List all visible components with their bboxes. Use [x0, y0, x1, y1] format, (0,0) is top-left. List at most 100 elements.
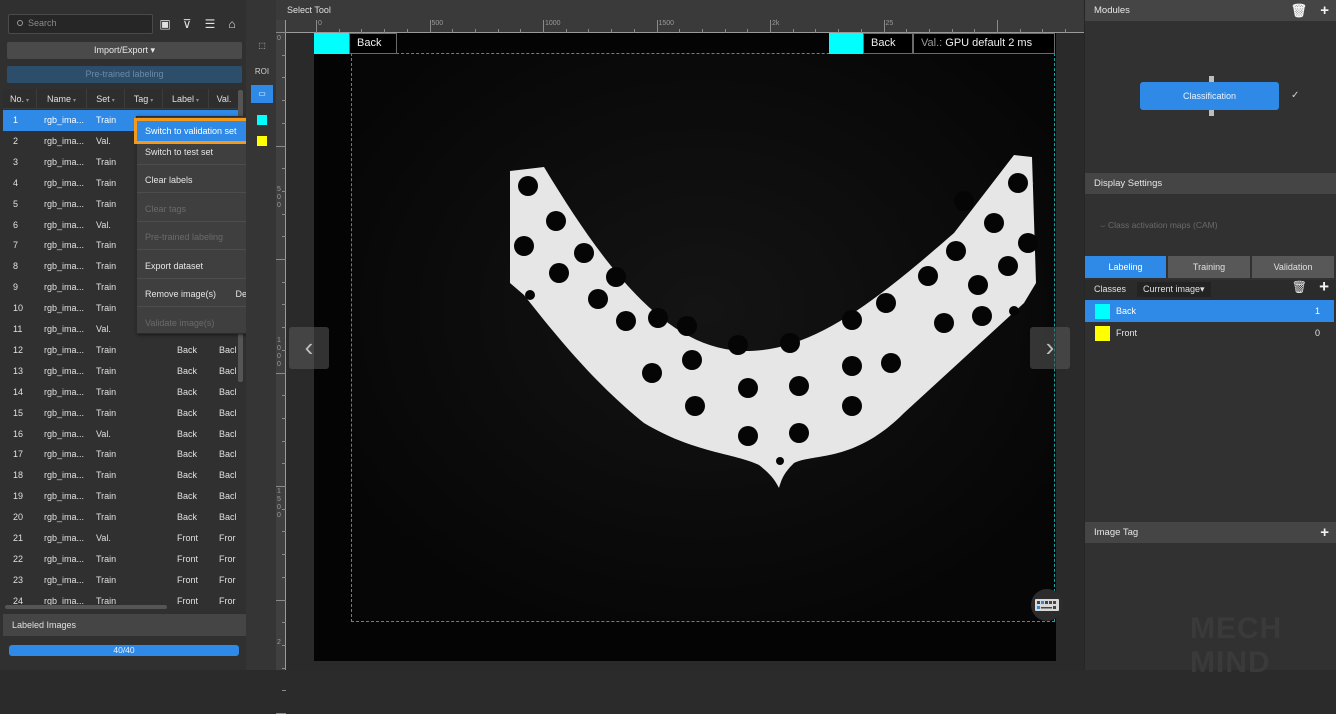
cell-no: 6: [13, 219, 19, 230]
roi-region[interactable]: [351, 53, 1055, 622]
table-header: No. ▾ Name ▾ Set ▾ Tag ▾ Label ▾ Val.: [3, 89, 239, 109]
cell-set: Val.: [96, 324, 111, 334]
table-row[interactable]: 22 rgb_ima... Train Front Fror: [3, 549, 239, 570]
search-input[interactable]: Search: [8, 14, 153, 34]
ruler-tick: [316, 20, 317, 33]
camera-icon[interactable]: ⌂: [225, 17, 239, 31]
cell-set: Train: [96, 595, 117, 605]
vertical-ruler: 0 500 1000 1500 2: [276, 20, 286, 714]
column-tag[interactable]: Tag ▾: [125, 89, 163, 109]
classes-filter-dropdown[interactable]: Current image▾: [1137, 282, 1211, 297]
table-row[interactable]: 17 rgb_ima... Train Back Bacl: [3, 444, 239, 465]
column-no[interactable]: No. ▾: [3, 89, 37, 109]
plus-icon[interactable]: +: [1320, 0, 1329, 21]
table-row[interactable]: 24 rgb_ima... Train Front Fror: [3, 591, 239, 605]
cell-name: rgb_ima...: [44, 574, 85, 585]
class-item[interactable]: Back 1: [1085, 300, 1334, 322]
cell-set: Train: [96, 344, 117, 355]
list-icon[interactable]: ☰: [203, 17, 217, 31]
table-horizontal-scrollbar[interactable]: [5, 605, 167, 609]
cell-name: rgb_ima...: [44, 365, 85, 376]
cam-toggle[interactable]: ⌣ Class activation maps (CAM): [1100, 220, 1218, 231]
cell-set: Train: [96, 553, 117, 564]
cell-val: Bacl: [219, 365, 237, 376]
column-name[interactable]: Name ▾: [37, 89, 87, 109]
polygon-tool-icon[interactable]: ⬚: [251, 37, 273, 55]
menu-item-clear-labels[interactable]: Clear labels: [137, 170, 258, 190]
cell-no: 18: [13, 470, 24, 481]
module-classification[interactable]: Classification: [1140, 82, 1279, 110]
column-val[interactable]: Val.: [209, 89, 239, 109]
cell-name: rgb_ima...: [44, 407, 85, 418]
menu-separator: [137, 164, 258, 165]
table-row[interactable]: 23 rgb_ima... Train Front Fror: [3, 570, 239, 591]
menu-item-export-dataset[interactable]: Export dataset: [137, 256, 258, 276]
cell-no: 3: [13, 156, 19, 167]
menu-item-switch-to-validation-set[interactable]: Switch to validation set: [134, 118, 261, 144]
cell-set: Train: [96, 491, 117, 502]
table-row[interactable]: 18 rgb_ima... Train Back Bacl: [3, 465, 239, 486]
tab-validation[interactable]: Validation: [1252, 256, 1334, 278]
table-row[interactable]: 15 rgb_ima... Train Back Bacl: [3, 403, 239, 424]
pretrained-labeling-button[interactable]: Pre-trained labeling: [7, 66, 242, 83]
menu-item-pre-trained-labeling[interactable]: Pre-trained labeling: [137, 227, 258, 247]
ruler-tick: [429, 20, 431, 33]
class-item[interactable]: Front 0: [1085, 322, 1334, 344]
filter-icon[interactable]: ⊽: [180, 17, 194, 31]
cell-no: 17: [13, 449, 24, 460]
table-row[interactable]: 21 rgb_ima... Val. Front Fror: [3, 528, 239, 549]
ruler-tick: [276, 32, 286, 33]
table-row[interactable]: 14 rgb_ima... Train Back Bacl: [3, 382, 239, 403]
cell-set: Val.: [96, 428, 111, 439]
cell-val: Fror: [219, 553, 236, 564]
trash-icon[interactable]: 🗑: [1290, 0, 1307, 21]
cell-no: 10: [13, 303, 24, 314]
previous-image-button[interactable]: ‹: [289, 327, 329, 369]
menu-separator: [137, 249, 258, 250]
select-tool-icon[interactable]: ▭: [251, 85, 273, 103]
menu-item-switch-to-test-set[interactable]: Switch to test set: [137, 142, 258, 162]
cell-no: 14: [13, 386, 24, 397]
menu-item-clear-tags[interactable]: Clear tags: [137, 199, 258, 219]
cell-name: rgb_ima...: [44, 219, 85, 230]
cell-name: rgb_ima...: [44, 177, 85, 188]
column-label[interactable]: Label ▾: [163, 89, 209, 109]
ruler-label: 0: [318, 20, 322, 27]
menu-item-remove-image-s[interactable]: Remove image(s) Del: [137, 284, 258, 304]
table-row[interactable]: 16 rgb_ima... Val. Back Bacl: [3, 424, 239, 445]
cell-val: Fror: [219, 574, 236, 585]
class-count: 1: [1314, 306, 1320, 316]
keyboard-shortcuts-button[interactable]: [1031, 589, 1063, 621]
ruler-tick: [997, 20, 998, 33]
import-export-button[interactable]: Import/Export ▾: [7, 42, 242, 59]
tab-labeling[interactable]: Labeling: [1085, 256, 1166, 278]
cell-set: Train: [96, 407, 117, 418]
cell-no: 4: [13, 177, 19, 188]
trash-icon[interactable]: 🗑: [1292, 280, 1307, 294]
table-row[interactable]: 19 rgb_ima... Train Back Bacl: [3, 486, 239, 507]
ruler-label: 25: [885, 20, 894, 27]
table-row[interactable]: 13 rgb_ima... Train Back Bacl: [3, 361, 239, 382]
cell-no: 19: [13, 491, 24, 502]
class-name: Back: [1116, 306, 1137, 316]
tab-training[interactable]: Training: [1168, 256, 1250, 278]
ruler-tick: [276, 259, 286, 260]
table-row[interactable]: 12 rgb_ima... Train Back Bacl: [3, 340, 239, 361]
column-set[interactable]: Set ▾: [87, 89, 125, 109]
cell-no: 2: [13, 135, 19, 146]
cell-no: 11: [13, 324, 23, 334]
image-filter-icon[interactable]: ▣: [158, 17, 172, 31]
add-class-icon[interactable]: +: [1319, 277, 1329, 297]
class-swatch-front[interactable]: [257, 136, 267, 146]
cell-name: rgb_ima...: [44, 386, 85, 397]
class-swatch-back[interactable]: [257, 115, 267, 125]
cell-name: rgb_ima...: [44, 595, 85, 605]
next-image-button[interactable]: ›: [1030, 327, 1070, 369]
class-name: Front: [1116, 328, 1138, 338]
cell-val: Bacl: [219, 512, 237, 523]
add-tag-icon[interactable]: +: [1320, 522, 1329, 543]
roi-tool[interactable]: ROI: [251, 63, 273, 81]
table-row[interactable]: 20 rgb_ima... Train Back Bacl: [3, 507, 239, 528]
menu-item-validate-image-s[interactable]: Validate image(s): [137, 313, 258, 333]
ruler-tick: [656, 20, 658, 33]
